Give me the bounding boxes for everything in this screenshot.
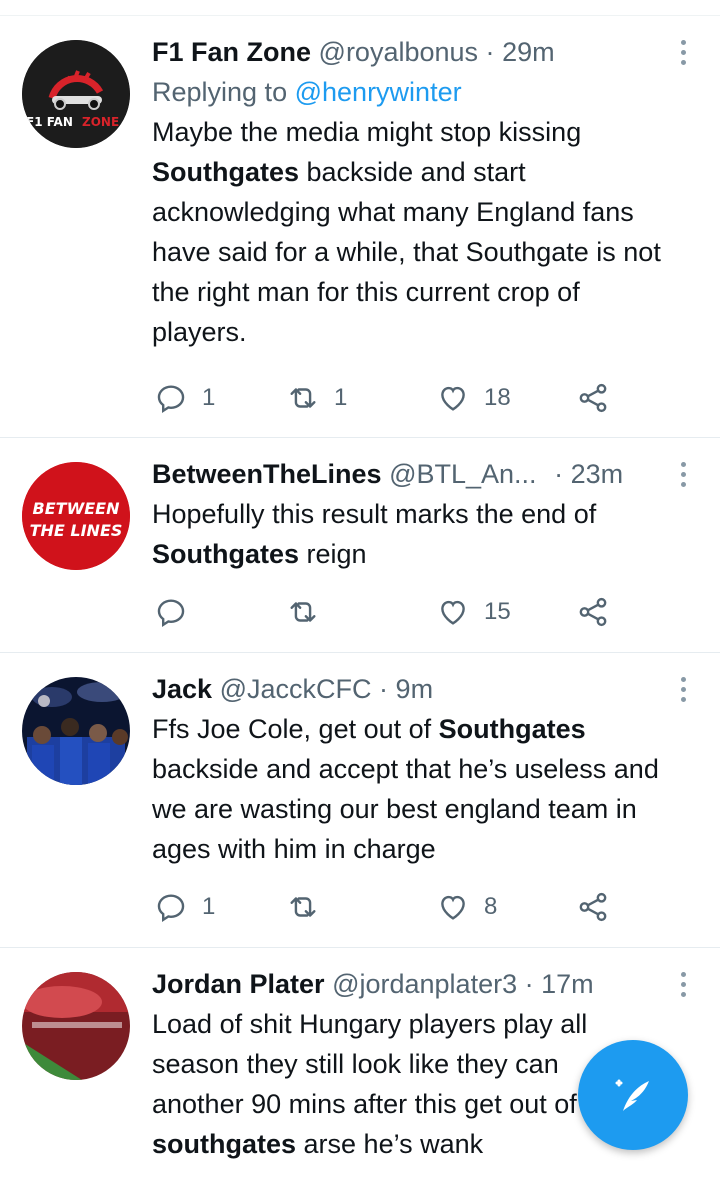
avatar-text-1: F1 FAN (26, 115, 73, 129)
replying-to-label: Replying to (152, 77, 288, 107)
tweet-text-part: reign (299, 539, 367, 569)
share-button[interactable] (576, 592, 610, 632)
tweet-text-bold: Southgates (152, 539, 300, 569)
tweet-text-part: Ffs Joe Cole, get out of (152, 714, 439, 744)
tweet-text-part: arse he’s wank (296, 1129, 484, 1159)
tweet-text-part: Load of shit Hungary players play all se… (152, 1009, 588, 1079)
retweet-button[interactable] (286, 592, 334, 632)
avatar[interactable]: F1 FAN ZONE (22, 40, 130, 148)
reply-button[interactable]: 1 (154, 378, 215, 418)
avatar-text-2: ZONE (82, 115, 119, 129)
handle[interactable]: @royalbonus (319, 37, 479, 67)
tweet-text-part: Hopefully this result marks the end of (152, 499, 597, 529)
tweet-text-bold: Southgates (438, 714, 586, 744)
retweet-icon (290, 602, 316, 622)
avatar-photo (22, 677, 130, 785)
tweet[interactable]: F1 FAN ZONE F1 Fan Zone @royalbonus · 29… (0, 16, 720, 438)
tweet-text-part: backside and accept that he’s useless an… (152, 754, 659, 864)
like-count: 18 (484, 384, 511, 411)
reply-icon (157, 385, 185, 413)
handle[interactable]: @BTL_An... (389, 459, 536, 489)
reply-icon (157, 599, 185, 627)
retweet-icon (290, 388, 316, 408)
tweet[interactable]: Jack @JacckCFC · 9m Ffs Joe Cole, get ou… (0, 653, 720, 948)
tweet-text-bold: southgates (152, 1129, 297, 1159)
timestamp[interactable]: 29m (502, 37, 555, 67)
share-icon (579, 597, 607, 627)
tweet-text-part: Maybe the media might stop kissing (152, 117, 582, 147)
more-vertical-icon[interactable] (680, 40, 688, 70)
separator: · (485, 37, 495, 67)
display-name[interactable]: Jack (152, 674, 212, 704)
display-name[interactable]: Jordan Plater (152, 969, 325, 999)
more-vertical-icon[interactable] (680, 677, 688, 707)
separator: · (554, 459, 564, 489)
more-vertical-icon[interactable] (680, 462, 688, 492)
avatar[interactable] (22, 677, 130, 785)
replying-to-mention[interactable]: @henrywinter (295, 77, 462, 107)
share-icon (579, 892, 607, 922)
retweet-button[interactable]: 1 (286, 378, 347, 418)
timestamp[interactable]: 9m (396, 674, 434, 704)
avatar-photo (22, 972, 130, 1080)
tweet-header: Jordan Plater @jordanplater3 · 17m (152, 964, 662, 1004)
share-icon (579, 383, 607, 413)
tweet-text-bold: Southgates (152, 157, 300, 187)
tweet-text: Maybe the media might stop kissing South… (152, 112, 662, 352)
more-vertical-icon[interactable] (680, 972, 688, 1002)
compose-tweet-icon (615, 1079, 649, 1111)
like-count: 8 (484, 893, 498, 920)
retweet-button[interactable] (286, 887, 334, 927)
tweet-header: F1 Fan Zone @royalbonus · 29m (152, 32, 662, 72)
reply-count: 1 (202, 893, 216, 920)
separator: · (524, 969, 534, 999)
retweet-count: 1 (334, 384, 348, 411)
like-button[interactable]: 8 (436, 887, 497, 927)
heart-icon (441, 386, 465, 411)
share-button[interactable] (576, 887, 610, 927)
heart-icon (441, 600, 465, 625)
reply-button[interactable] (154, 592, 202, 632)
reply-count: 1 (202, 384, 216, 411)
share-button[interactable] (576, 378, 610, 418)
like-count: 15 (484, 598, 511, 625)
reply-icon (157, 894, 185, 922)
timestamp[interactable]: 17m (541, 969, 594, 999)
tweet[interactable]: BETWEEN THE LINES BetweenTheLines @BTL_A… (0, 438, 720, 653)
separator: · (379, 674, 389, 704)
tweet-text: Hopefully this result marks the end of S… (152, 494, 662, 574)
replying-to-line: Replying to @henrywinter (152, 72, 662, 112)
tweet-text: Load of shit Hungary players play all se… (152, 1004, 652, 1164)
between-the-lines-logo: BETWEEN THE LINES (22, 462, 130, 570)
heart-icon (441, 895, 465, 920)
reply-button[interactable]: 1 (154, 887, 215, 927)
tweet-header: Jack @JacckCFC · 9m (152, 669, 662, 709)
avatar[interactable]: BETWEEN THE LINES (22, 462, 130, 570)
compose-tweet-button[interactable] (578, 1040, 688, 1150)
tweet-text-part: t of (539, 1089, 577, 1119)
avatar-text-1: BETWEEN (33, 499, 121, 518)
handle[interactable]: @JacckCFC (220, 674, 372, 704)
tweet-header: BetweenTheLines @BTL_An... · 23m (152, 454, 662, 494)
like-button[interactable]: 18 (436, 378, 511, 418)
display-name[interactable]: BetweenTheLines (152, 459, 382, 489)
handle[interactable]: @jordanplater3 (332, 969, 517, 999)
tweet-text: Ffs Joe Cole, get out of Southgates back… (152, 709, 662, 869)
avatar-text-2: THE LINES (30, 521, 123, 540)
display-name[interactable]: F1 Fan Zone (152, 37, 311, 67)
f1-fan-zone-logo: F1 FAN ZONE (22, 40, 130, 148)
timestamp[interactable]: 23m (571, 459, 624, 489)
retweet-icon (290, 897, 316, 917)
avatar[interactable] (22, 972, 130, 1080)
like-button[interactable]: 15 (436, 592, 511, 632)
